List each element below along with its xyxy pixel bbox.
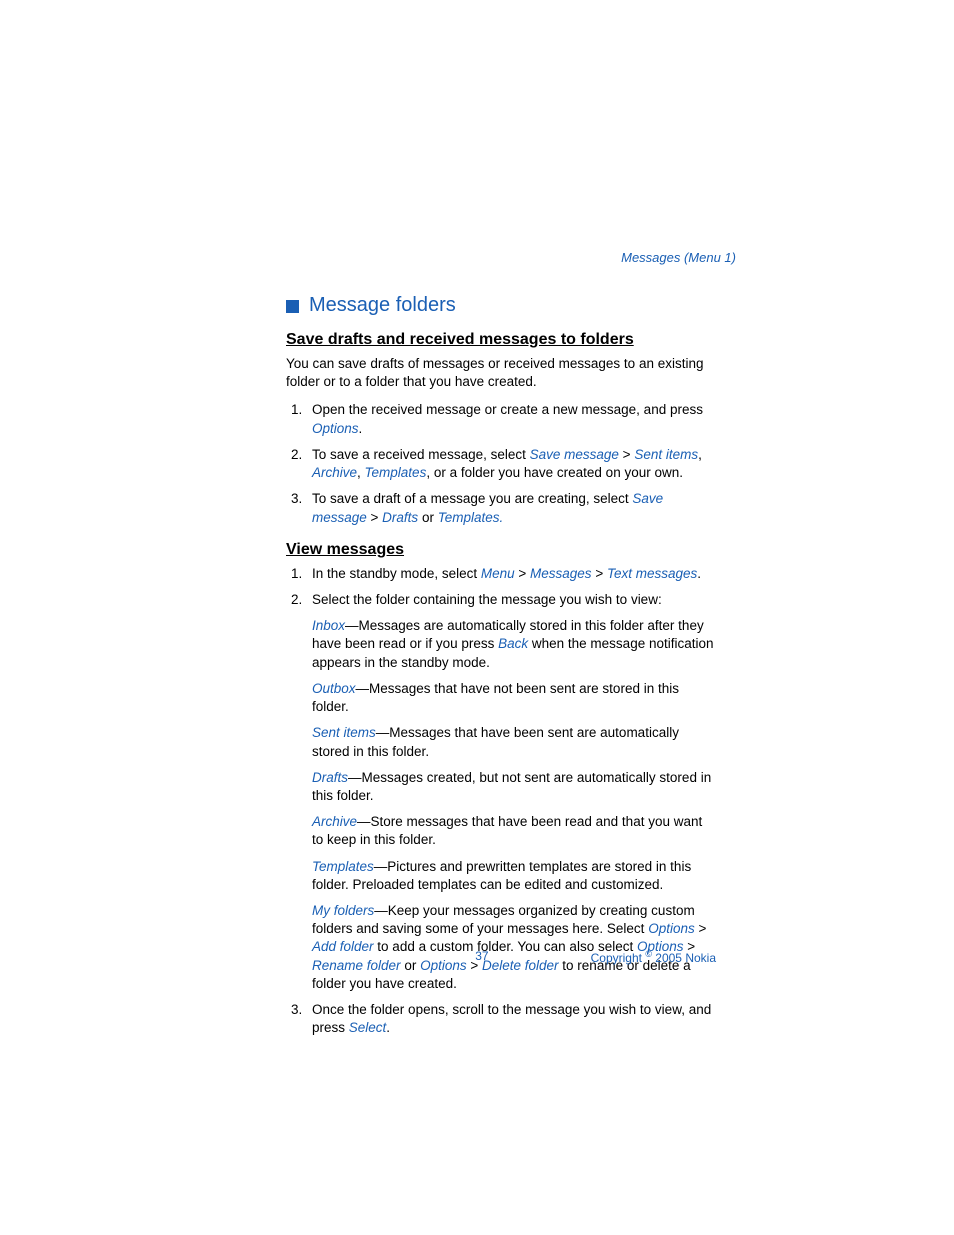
templates-link: Templates.	[438, 510, 504, 525]
select-link: Select	[349, 1020, 387, 1035]
list-item: Select the folder containing the message…	[306, 591, 716, 993]
templates-link: Templates	[365, 465, 427, 480]
text: >	[619, 447, 634, 462]
options-link: Options	[648, 921, 695, 936]
text: Copyright	[591, 951, 646, 965]
drafts-link: Drafts	[382, 510, 418, 525]
inbox-link: Inbox	[312, 618, 345, 633]
text: Select the folder containing the message…	[312, 592, 662, 607]
my-folders-desc: My folders—Keep your messages organized …	[312, 902, 716, 993]
sent-items-desc: Sent items—Messages that have been sent …	[312, 724, 716, 760]
text: —Messages created, but not sent are auto…	[312, 770, 711, 803]
messages-link: Messages	[530, 566, 592, 581]
section-title-text: Message folders	[309, 294, 456, 317]
text: .	[386, 1020, 390, 1035]
list-item: Open the received message or create a ne…	[306, 401, 716, 437]
text: >	[515, 566, 530, 581]
subsection-title-save: Save drafts and received messages to fol…	[286, 331, 716, 349]
text: >	[592, 566, 607, 581]
archive-link: Archive	[312, 465, 357, 480]
text-messages-link: Text messages	[607, 566, 697, 581]
templates-desc: Templates—Pictures and prewritten templa…	[312, 858, 716, 894]
text: >	[367, 510, 382, 525]
text: .	[359, 421, 363, 436]
copyright-symbol: ©	[645, 949, 652, 959]
options-link: Options	[312, 421, 359, 436]
outbox-desc: Outbox—Messages that have not been sent …	[312, 680, 716, 716]
text: >	[695, 921, 707, 936]
header-tag: Messages (Menu 1)	[621, 250, 736, 265]
back-link: Back	[498, 636, 528, 651]
text: ,	[357, 465, 365, 480]
list-item: To save a received message, select Save …	[306, 446, 716, 482]
menu-link: Menu	[481, 566, 515, 581]
archive-desc: Archive—Store messages that have been re…	[312, 813, 716, 849]
my-folders-link: My folders	[312, 903, 374, 918]
text: To save a draft of a message you are cre…	[312, 491, 632, 506]
list-item: In the standby mode, select Menu > Messa…	[306, 565, 716, 583]
page-footer: 37 Copyright © 2005 Nokia	[286, 949, 716, 965]
text: —Messages that have not been sent are st…	[312, 681, 679, 714]
save-steps-list: Open the received message or create a ne…	[286, 401, 716, 526]
intro-paragraph: You can save drafts of messages or recei…	[286, 355, 716, 391]
text: In the standby mode, select	[312, 566, 481, 581]
square-bullet-icon	[286, 300, 299, 313]
list-item: To save a draft of a message you are cre…	[306, 490, 716, 526]
page-number: 37	[475, 949, 488, 963]
sent-items-link: Sent items	[634, 447, 698, 462]
text: or	[418, 510, 438, 525]
text: 2005 Nokia	[652, 951, 716, 965]
templates-link: Templates	[312, 859, 374, 874]
subsection-title-view: View messages	[286, 541, 716, 559]
text: .	[697, 566, 701, 581]
outbox-link: Outbox	[312, 681, 356, 696]
page-content: Messages (Menu 1) Message folders Save d…	[286, 270, 716, 1048]
text: To save a received message, select	[312, 447, 530, 462]
sent-items-link: Sent items	[312, 725, 376, 740]
text: —Store messages that have been read and …	[312, 814, 702, 847]
save-message-link: Save message	[530, 447, 619, 462]
archive-link: Archive	[312, 814, 357, 829]
drafts-desc: Drafts—Messages created, but not sent ar…	[312, 769, 716, 805]
text: ,	[698, 447, 702, 462]
view-steps-list: In the standby mode, select Menu > Messa…	[286, 565, 716, 1038]
list-item: Once the folder opens, scroll to the mes…	[306, 1001, 716, 1037]
section-title: Message folders	[286, 294, 716, 317]
text: , or a folder you have created on your o…	[426, 465, 683, 480]
inbox-desc: Inbox—Messages are automatically stored …	[312, 617, 716, 672]
copyright-text: Copyright © 2005 Nokia	[591, 949, 716, 965]
text: Open the received message or create a ne…	[312, 402, 703, 417]
drafts-link: Drafts	[312, 770, 348, 785]
